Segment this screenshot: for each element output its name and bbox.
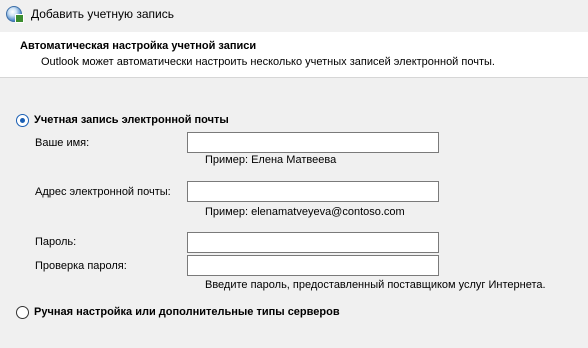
header-panel: Автоматическая настройка учетной записи … [0,32,588,78]
password-input[interactable] [187,232,439,253]
name-label: Ваше имя: [35,137,90,149]
page-subtitle: Outlook может автоматически настроить не… [41,56,495,68]
confirm-password-label: Проверка пароля: [35,260,127,272]
email-input[interactable] [187,181,439,202]
password-label: Пароль: [35,236,77,248]
email-account-label[interactable]: Учетная запись электронной почты [34,114,229,126]
outlook-globe-icon [6,6,24,23]
manual-setup-radio[interactable] [16,306,29,319]
confirm-password-input[interactable] [187,255,439,276]
email-label: Адрес электронной почты: [35,186,171,198]
manual-setup-label[interactable]: Ручная настройка или дополнительные типы… [34,306,340,318]
title-bar: Добавить учетную запись [0,0,588,32]
email-account-radio[interactable] [16,114,29,127]
name-input[interactable] [187,132,439,153]
page-title: Автоматическая настройка учетной записи [20,40,257,52]
password-hint: Введите пароль, предоставленный поставщи… [205,279,546,291]
email-hint: Пример: elenamatveyeva@contoso.com [205,206,405,218]
name-hint: Пример: Елена Матвеева [205,154,337,166]
window-title: Добавить учетную запись [31,7,174,21]
